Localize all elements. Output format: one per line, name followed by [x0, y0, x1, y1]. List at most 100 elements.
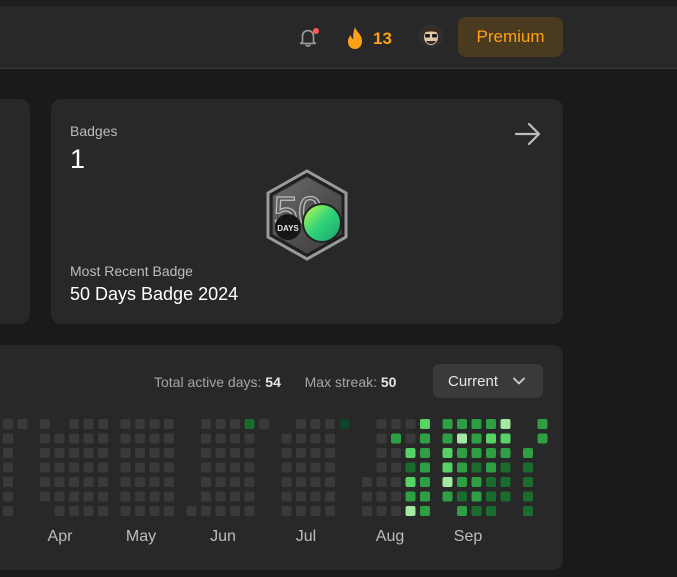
activity-day-cell[interactable] — [325, 419, 335, 429]
activity-day-cell[interactable] — [420, 462, 430, 473]
activity-day-cell[interactable] — [215, 419, 226, 429]
activity-day-cell[interactable] — [98, 419, 108, 429]
activity-day-cell[interactable] — [391, 477, 401, 487]
activity-day-cell[interactable] — [537, 419, 548, 429]
activity-day-cell[interactable] — [296, 448, 306, 458]
activity-day-cell[interactable] — [201, 506, 211, 516]
activity-day-cell[interactable] — [523, 506, 533, 516]
activity-day-cell[interactable] — [149, 433, 160, 444]
activity-day-cell[interactable] — [98, 491, 108, 502]
activity-day-cell[interactable] — [310, 419, 321, 429]
activity-day-cell[interactable] — [442, 477, 453, 487]
activity-day-cell[interactable] — [215, 506, 226, 516]
activity-day-cell[interactable] — [230, 433, 240, 444]
activity-day-cell[interactable] — [471, 477, 482, 487]
activity-day-cell[interactable] — [230, 462, 240, 473]
activity-day-cell[interactable] — [3, 462, 13, 473]
activity-day-cell[interactable] — [376, 506, 387, 516]
activity-day-cell[interactable] — [376, 491, 387, 502]
activity-day-cell[interactable] — [391, 506, 401, 516]
activity-day-cell[interactable] — [362, 491, 372, 502]
activity-day-cell[interactable] — [310, 462, 321, 473]
activity-day-cell[interactable] — [296, 477, 306, 487]
activity-day-cell[interactable] — [149, 462, 160, 473]
activity-day-cell[interactable] — [391, 491, 401, 502]
activity-day-cell[interactable] — [17, 419, 28, 429]
activity-day-cell[interactable] — [201, 477, 211, 487]
activity-day-cell[interactable] — [296, 491, 306, 502]
activity-day-cell[interactable] — [296, 506, 306, 516]
activity-day-cell[interactable] — [40, 462, 50, 473]
activity-day-cell[interactable] — [120, 506, 131, 516]
activity-day-cell[interactable] — [405, 433, 416, 444]
activity-day-cell[interactable] — [471, 491, 482, 502]
activity-day-cell[interactable] — [376, 433, 387, 444]
activity-day-cell[interactable] — [310, 433, 321, 444]
activity-day-cell[interactable] — [83, 477, 94, 487]
activity-day-cell[interactable] — [69, 477, 79, 487]
activity-day-cell[interactable] — [54, 433, 65, 444]
activity-day-cell[interactable] — [3, 433, 13, 444]
activity-day-cell[interactable] — [149, 491, 160, 502]
activity-day-cell[interactable] — [215, 491, 226, 502]
activity-day-cell[interactable] — [405, 477, 416, 487]
activity-day-cell[interactable] — [149, 419, 160, 429]
activity-day-cell[interactable] — [486, 419, 496, 429]
activity-day-cell[interactable] — [3, 506, 13, 516]
recent-badge-name[interactable]: 50 Days Badge 2024 — [70, 284, 238, 305]
activity-day-cell[interactable] — [405, 462, 416, 473]
activity-day-cell[interactable] — [296, 462, 306, 473]
activity-day-cell[interactable] — [500, 448, 511, 458]
premium-button[interactable]: Premium — [458, 17, 563, 57]
activity-day-cell[interactable] — [3, 477, 13, 487]
activity-day-cell[interactable] — [391, 448, 401, 458]
activity-day-cell[interactable] — [457, 462, 467, 473]
activity-day-cell[interactable] — [523, 477, 533, 487]
badge-icon[interactable]: 50 DAYS — [264, 169, 350, 261]
activity-day-cell[interactable] — [120, 419, 131, 429]
activity-day-cell[interactable] — [391, 433, 401, 444]
activity-day-cell[interactable] — [230, 491, 240, 502]
activity-day-cell[interactable] — [281, 477, 292, 487]
activity-day-cell[interactable] — [500, 433, 511, 444]
activity-day-cell[interactable] — [310, 491, 321, 502]
activity-day-cell[interactable] — [500, 462, 511, 473]
activity-day-cell[interactable] — [537, 433, 548, 444]
activity-day-cell[interactable] — [40, 448, 50, 458]
activity-day-cell[interactable] — [391, 419, 401, 429]
activity-day-cell[interactable] — [164, 506, 174, 516]
activity-day-cell[interactable] — [244, 491, 255, 502]
activity-day-cell[interactable] — [523, 491, 533, 502]
activity-day-cell[interactable] — [135, 491, 145, 502]
activity-day-cell[interactable] — [405, 448, 416, 458]
activity-day-cell[interactable] — [405, 419, 416, 429]
activity-day-cell[interactable] — [3, 491, 13, 502]
activity-day-cell[interactable] — [325, 477, 335, 487]
activity-day-cell[interactable] — [69, 448, 79, 458]
activity-day-cell[interactable] — [98, 462, 108, 473]
activity-day-cell[interactable] — [339, 419, 350, 429]
activity-day-cell[interactable] — [83, 491, 94, 502]
activity-day-cell[interactable] — [500, 419, 511, 429]
activity-day-cell[interactable] — [310, 477, 321, 487]
activity-day-cell[interactable] — [215, 448, 226, 458]
activity-day-cell[interactable] — [3, 448, 13, 458]
activity-day-cell[interactable] — [523, 448, 533, 458]
activity-day-cell[interactable] — [420, 506, 430, 516]
activity-day-cell[interactable] — [486, 448, 496, 458]
activity-day-cell[interactable] — [457, 419, 467, 429]
activity-day-cell[interactable] — [420, 477, 430, 487]
activity-day-cell[interactable] — [325, 433, 335, 444]
activity-day-cell[interactable] — [135, 419, 145, 429]
activity-day-cell[interactable] — [69, 491, 79, 502]
arrow-right-icon[interactable] — [513, 121, 543, 147]
activity-day-cell[interactable] — [376, 462, 387, 473]
activity-day-cell[interactable] — [230, 448, 240, 458]
activity-day-cell[interactable] — [281, 506, 292, 516]
activity-day-cell[interactable] — [40, 477, 50, 487]
activity-day-cell[interactable] — [201, 448, 211, 458]
activity-day-cell[interactable] — [391, 462, 401, 473]
activity-day-cell[interactable] — [244, 433, 255, 444]
activity-day-cell[interactable] — [420, 491, 430, 502]
activity-day-cell[interactable] — [405, 506, 416, 516]
